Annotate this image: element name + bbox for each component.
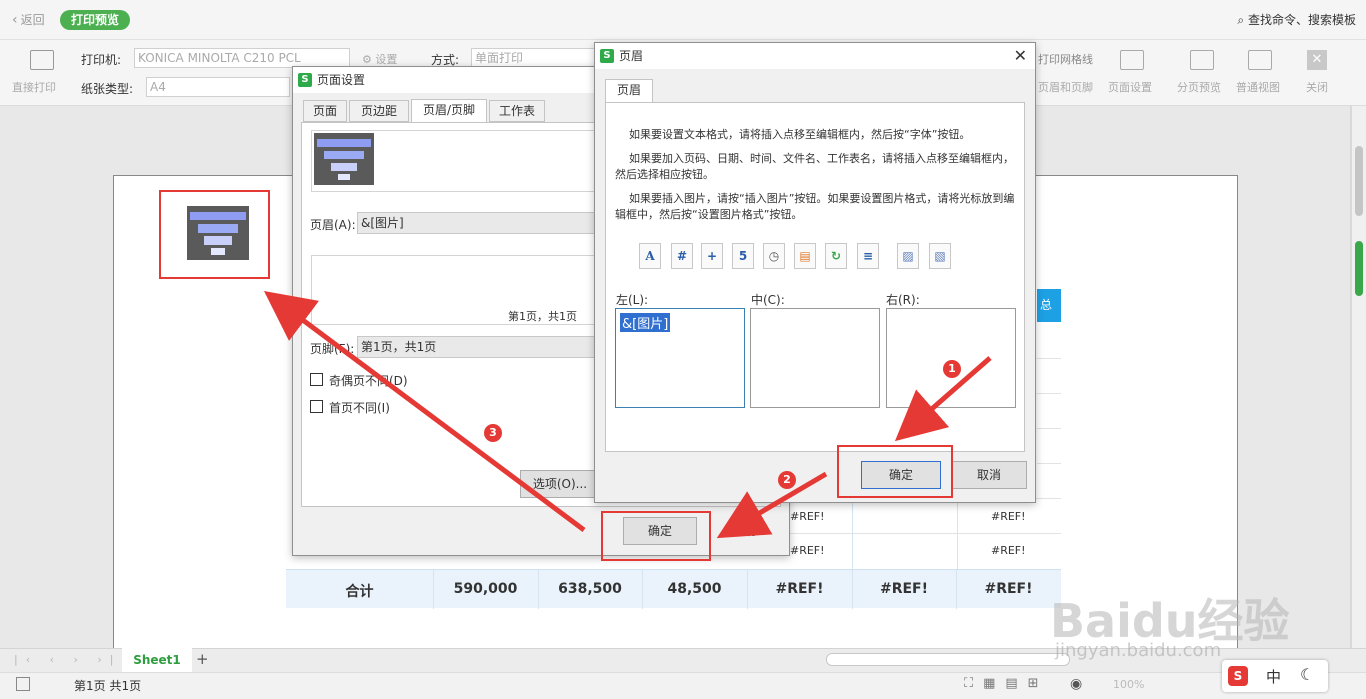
view-mode-icons[interactable]: ⛶▦▤⊞ <box>964 676 1049 691</box>
add-sheet-button[interactable]: + <box>196 650 209 668</box>
horizontal-scrollbar[interactable] <box>826 653 1070 666</box>
status-bar <box>0 672 1366 699</box>
ime-toolbar: S 中 ☾ <box>1222 660 1328 692</box>
sheet-tab-sheet1[interactable]: Sheet1 <box>122 648 192 672</box>
step-badge-3: 3 <box>484 424 502 442</box>
sogou-logo-icon[interactable]: S <box>1228 666 1248 686</box>
sheet-nav-arrows[interactable]: |‹ ‹ › ›| <box>14 653 122 666</box>
page-layout-icon <box>16 677 30 691</box>
eye-icon[interactable]: ◉ <box>1070 676 1082 692</box>
ime-lang-toggle[interactable]: 中 <box>1266 666 1281 687</box>
arrow-3 <box>263 291 586 533</box>
baidu-watermark-url: jingyan.baidu.com <box>1055 640 1222 661</box>
step-badge-1: 1 <box>943 360 961 378</box>
zoom-level: 100% <box>1113 678 1145 691</box>
status-page-info: 第1页 共1页 <box>74 679 142 693</box>
step-badge-2: 2 <box>778 471 796 489</box>
moon-icon[interactable]: ☾ <box>1300 665 1314 684</box>
